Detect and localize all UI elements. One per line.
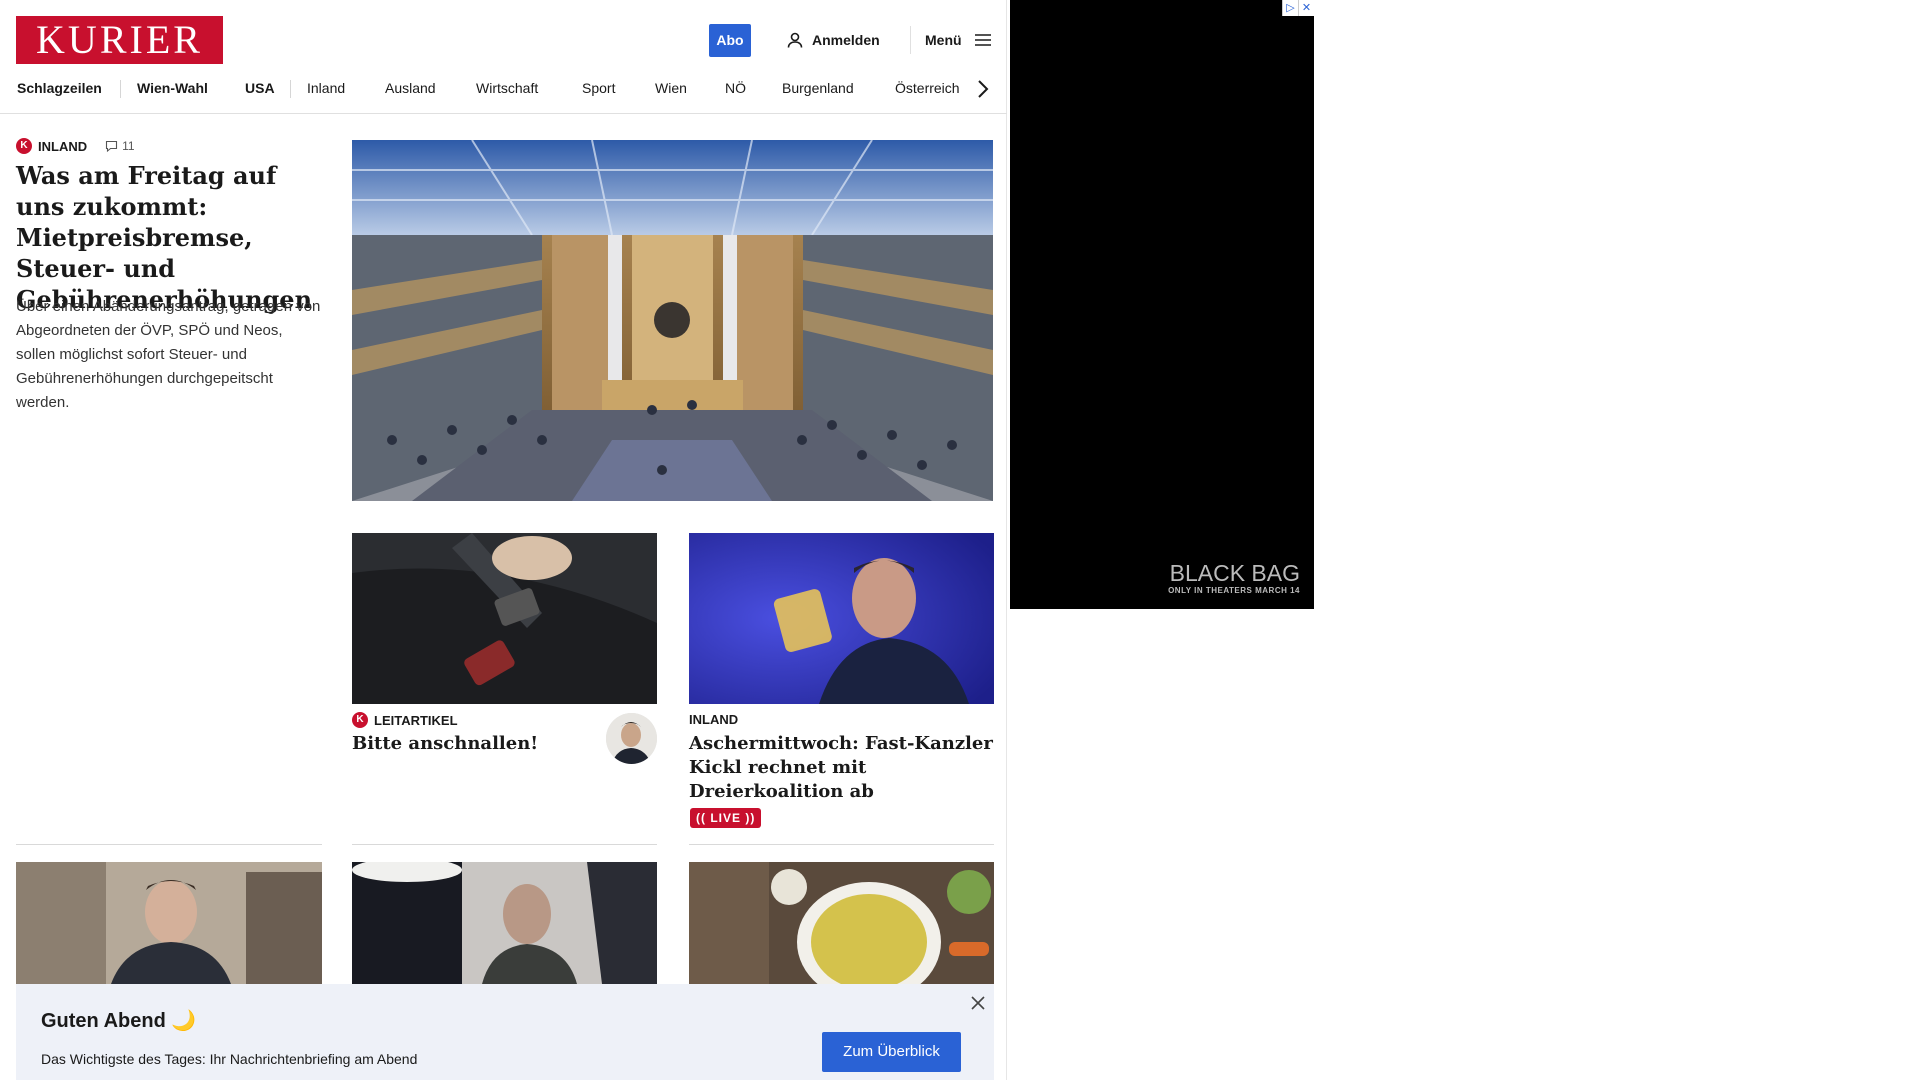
nav-item-usa[interactable]: USA bbox=[245, 80, 275, 96]
overview-button[interactable]: Zum Überblick bbox=[822, 1032, 961, 1072]
nav-item-inland[interactable]: Inland bbox=[307, 80, 345, 96]
kurier-site: KURIER Abo Anmelden Menü Schlagzeilen Wi… bbox=[0, 0, 1007, 1080]
page: KURIER Abo Anmelden Menü Schlagzeilen Wi… bbox=[0, 0, 1920, 1080]
nav-item-wirtschaft[interactable]: Wirtschaft bbox=[476, 80, 538, 96]
ad-subtitle: ONLY IN THEATERS MARCH 14 bbox=[1168, 586, 1300, 595]
nav-divider bbox=[290, 80, 291, 98]
comment-count-label: 11 bbox=[122, 139, 135, 153]
nav-item-ausland[interactable]: Ausland bbox=[385, 80, 436, 96]
kurier-plus-badge: K bbox=[352, 712, 368, 728]
card-image-soup[interactable] bbox=[689, 862, 994, 984]
briefing-text: Das Wichtigste des Tages: Ihr Nachrichte… bbox=[41, 1051, 418, 1067]
advertisement[interactable]: ▷ ✕ BLACK BAG ONLY IN THEATERS MARCH 14 bbox=[1010, 0, 1314, 609]
ad-close-icon[interactable]: ✕ bbox=[1298, 0, 1314, 16]
user-icon bbox=[787, 32, 803, 48]
lead-teaser[interactable]: Über einen Abänderungsantrag, getragen v… bbox=[16, 295, 321, 415]
row-divider bbox=[352, 844, 657, 845]
politician-photo bbox=[16, 862, 322, 984]
soup-photo bbox=[689, 862, 994, 984]
hamburger-icon bbox=[974, 34, 991, 46]
header-divider bbox=[910, 26, 911, 54]
parliament-photo bbox=[352, 140, 993, 501]
login-button[interactable]: Anmelden bbox=[786, 28, 880, 52]
briefing-banner: Guten Abend 🌙 Das Wichtigste des Tages: … bbox=[16, 984, 994, 1080]
ad-choices: ▷ ✕ bbox=[1282, 0, 1314, 16]
kickl-photo bbox=[689, 533, 994, 704]
kurier-logo[interactable]: KURIER bbox=[16, 16, 223, 64]
briefing-title: Guten Abend 🌙 bbox=[41, 1010, 197, 1032]
ad-title: BLACK BAG bbox=[1169, 560, 1300, 586]
kurier-plus-badge: K bbox=[16, 138, 32, 154]
nav-divider bbox=[120, 80, 121, 98]
nav-item-burgenland[interactable]: Burgenland bbox=[782, 80, 854, 96]
card-2-section[interactable]: INLAND bbox=[689, 712, 738, 727]
card-1-meta: K LEITARTIKEL bbox=[352, 712, 458, 728]
lead-section[interactable]: INLAND bbox=[38, 139, 87, 154]
section-nav: Schlagzeilen Wien-Wahl USA Inland Auslan… bbox=[0, 72, 1007, 114]
nav-item-sport[interactable]: Sport bbox=[582, 80, 615, 96]
nav-item-oesterreich[interactable]: Österreich bbox=[895, 80, 960, 96]
comment-count[interactable]: 11 bbox=[105, 139, 135, 153]
author-avatar[interactable] bbox=[606, 713, 657, 764]
row-divider bbox=[16, 844, 322, 845]
card-image-kickl[interactable] bbox=[689, 533, 994, 704]
card-image-seatbelt[interactable] bbox=[352, 533, 657, 704]
lead-meta: K INLAND 11 bbox=[16, 138, 135, 154]
menu-button[interactable]: Menü bbox=[925, 28, 992, 52]
login-label: Anmelden bbox=[812, 32, 880, 48]
lead-image-parliament[interactable] bbox=[352, 140, 993, 501]
nav-item-wien[interactable]: Wien bbox=[655, 80, 687, 96]
card-image-politician[interactable] bbox=[16, 862, 322, 984]
seatbelt-photo bbox=[352, 533, 657, 704]
ad-info-icon[interactable]: ▷ bbox=[1282, 0, 1298, 16]
row-divider bbox=[689, 844, 994, 845]
lead-headline[interactable]: Was am Freitag auf uns zukommt: Mietprei… bbox=[16, 160, 326, 315]
nav-item-schlagzeilen[interactable]: Schlagzeilen bbox=[17, 80, 102, 96]
nav-item-noe[interactable]: NÖ bbox=[725, 80, 746, 96]
card-image-selenskyj[interactable] bbox=[352, 862, 657, 984]
abo-button[interactable]: Abo bbox=[709, 24, 751, 57]
card-1-headline[interactable]: Bitte anschnallen! bbox=[352, 732, 572, 756]
card-2-headline[interactable]: Aschermittwoch: Fast-Kanzler Kickl rechn… bbox=[689, 732, 994, 804]
author-portrait bbox=[606, 713, 657, 764]
card-2-meta: INLAND bbox=[689, 712, 738, 727]
selenskyj-photo bbox=[352, 862, 657, 984]
header: KURIER Abo Anmelden Menü bbox=[0, 0, 1007, 72]
chevron-right-icon[interactable] bbox=[975, 78, 991, 100]
nav-item-wien-wahl[interactable]: Wien-Wahl bbox=[137, 80, 208, 96]
menu-label: Menü bbox=[925, 32, 962, 48]
comment-icon bbox=[106, 140, 118, 152]
close-icon[interactable] bbox=[969, 994, 987, 1012]
live-badge[interactable]: (( LIVE )) bbox=[690, 808, 762, 828]
card-1-section[interactable]: LEITARTIKEL bbox=[374, 713, 458, 728]
